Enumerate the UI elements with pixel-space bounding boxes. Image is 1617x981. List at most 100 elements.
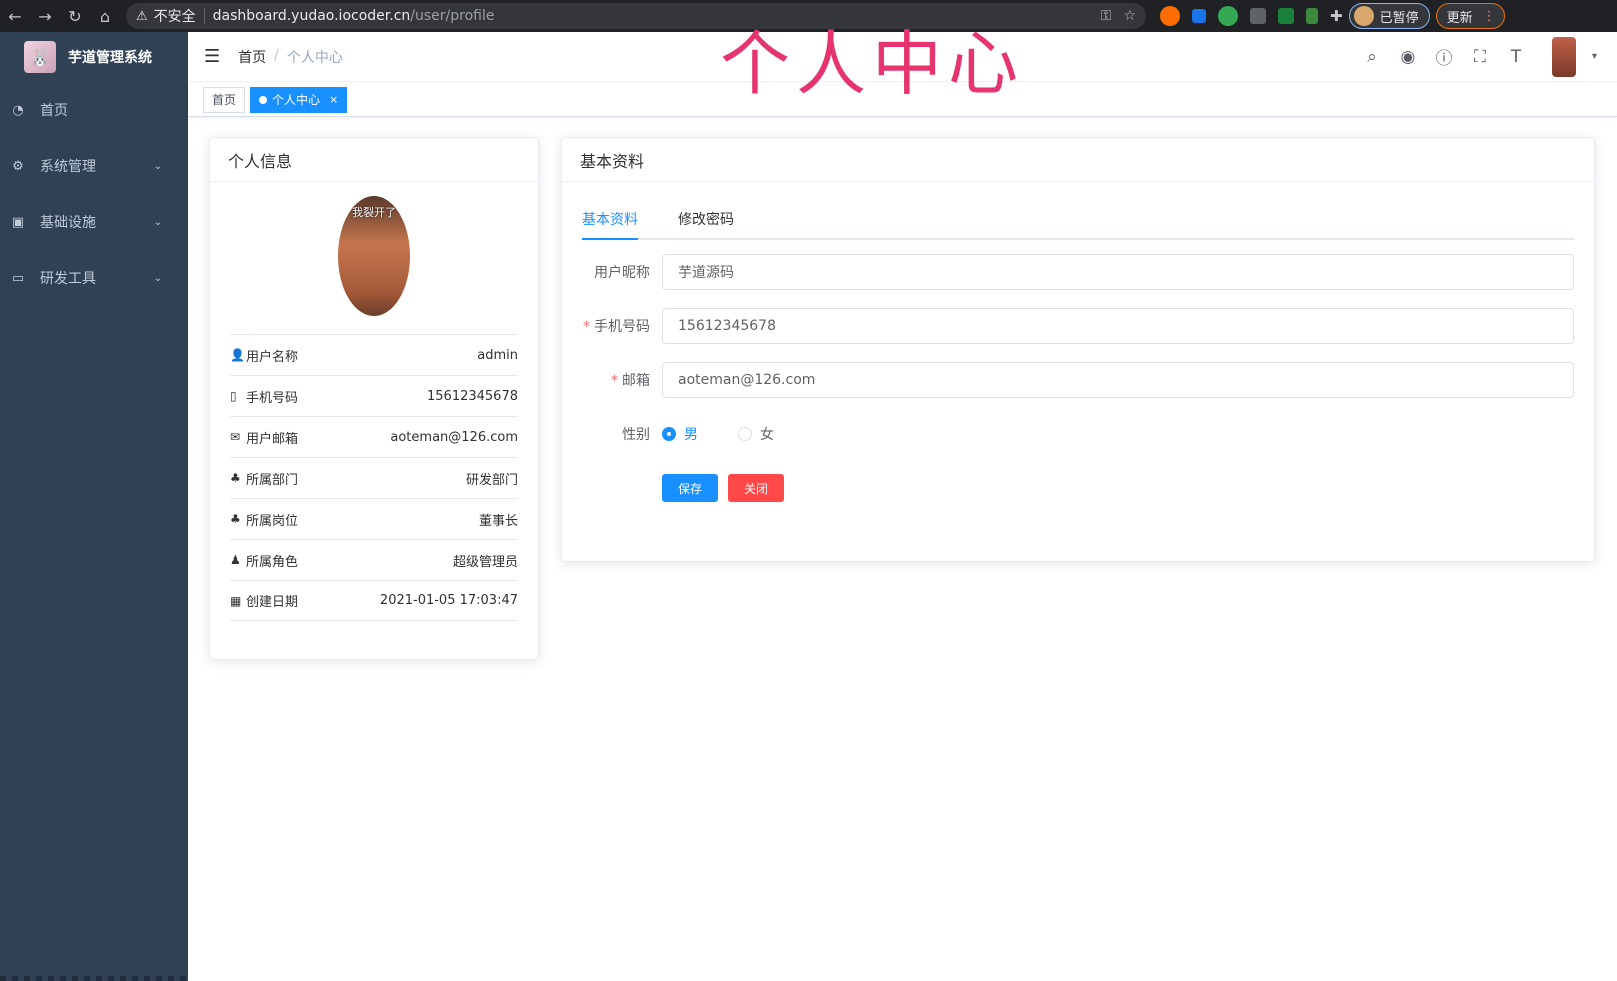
label-text: 手机号码 (594, 319, 650, 335)
profile-avatar (1353, 6, 1374, 26)
brand[interactable]: 🐰 芋道管理系统 (0, 32, 188, 82)
phone-icon: ▯ (230, 389, 237, 403)
insecure-label: 不安全 (153, 9, 196, 25)
extension-orange-icon[interactable] (1160, 6, 1180, 26)
gender-radio-female[interactable]: 女 (738, 424, 774, 444)
radio-circle (738, 427, 752, 441)
gender-radio-group: 男 女 (662, 416, 774, 452)
extension-sheet-icon[interactable] (1278, 8, 1294, 24)
update-button[interactable]: 更新 ⋮ (1435, 3, 1505, 29)
save-button[interactable]: 保存 (662, 474, 718, 502)
avatar[interactable] (1551, 36, 1576, 77)
info-row-phone: ▯ 手机号码 15612345678 (230, 375, 518, 416)
info-row-username: 👤 用户名称 admin (230, 334, 518, 375)
card-title: 个人信息 (210, 138, 538, 182)
sidebar-item-tools[interactable]: ▭ 研发工具 ⌄ (0, 250, 188, 306)
back-icon[interactable]: ← (0, 7, 30, 26)
info-label: 用户邮箱 (246, 431, 299, 447)
caret-down-icon[interactable]: ▾ (1592, 51, 1597, 62)
info-label: 所属角色 (246, 554, 299, 570)
reload-icon[interactable]: ↻ (60, 7, 90, 26)
gender-radio-male[interactable]: 男 (662, 424, 698, 444)
font-size-icon[interactable]: T (1506, 47, 1526, 67)
profile-paused-button[interactable]: 已暂停 (1348, 3, 1430, 29)
tag-profile[interactable]: 个人中心 × (250, 86, 348, 113)
tag-label: 个人中心 (272, 92, 321, 107)
extension-android-icon[interactable] (1306, 8, 1318, 24)
breadcrumb-separator: / (274, 46, 279, 63)
forward-icon[interactable]: → (30, 7, 60, 26)
label-text: 用户昵称 (594, 265, 650, 281)
mobile-label: * 手机号码 (582, 316, 662, 336)
omnibox-divider (203, 8, 205, 24)
info-row-role: ♟ 所属角色 超级管理员 (230, 539, 518, 580)
extension-shield-icon[interactable] (1192, 9, 1206, 23)
profile-card: 个人信息 我裂开了 👤 用户名称 admin ▯ 手机号码 1561234567… (209, 137, 539, 660)
tag-home[interactable]: 首页 (203, 86, 246, 113)
basic-info-card: 基本资料 基本资料 修改密码 用户昵称 芋道源码 * 手机号码 156123456… (561, 137, 1595, 562)
info-value: 15612345678 (427, 388, 518, 404)
chevron-down-icon: ⌄ (153, 160, 162, 172)
sidebar-item-infra[interactable]: ▣ 基础设施 ⌄ (0, 194, 188, 250)
url-host: dashboard.yudao.iocoder.cn (212, 8, 411, 24)
sidebar-item-system[interactable]: ⚙ 系统管理 ⌄ (0, 138, 188, 194)
monitor-icon: ▣ (11, 214, 25, 230)
info-list: 👤 用户名称 admin ▯ 手机号码 15612345678 ✉ 用户邮箱 a… (210, 334, 538, 621)
tree-icon: ♣ (230, 471, 241, 485)
key-icon[interactable]: ⚿ (1101, 8, 1112, 24)
info-label: 所属部门 (246, 472, 299, 488)
extensions-puzzle-icon[interactable]: ✚ (1330, 7, 1343, 25)
bookmark-star-icon[interactable]: ☆ (1123, 8, 1136, 24)
help-icon[interactable]: ⓘ (1434, 44, 1454, 69)
tab-change-password[interactable]: 修改密码 (678, 200, 734, 238)
info-value: 超级管理员 (452, 554, 518, 570)
radio-label: 女 (760, 427, 774, 443)
label-text: 邮箱 (622, 373, 650, 389)
tags-view: 首页 个人中心 × (188, 83, 1617, 117)
search-icon[interactable]: ⌕ (1362, 47, 1382, 67)
sidebar-item-label: 研发工具 (40, 271, 96, 287)
info-row-dept: ♣ 所属部门 研发部门 (230, 457, 518, 498)
chevron-down-icon: ⌄ (153, 272, 162, 284)
hamburger-icon[interactable]: ☰ (204, 46, 220, 67)
form-row-nickname: 用户昵称 芋道源码 (582, 254, 1594, 290)
close-button[interactable]: 关闭 (728, 474, 784, 502)
breadcrumb-home[interactable]: 首页 (238, 47, 266, 67)
gear-icon: ⚙ (12, 158, 24, 174)
breadcrumb: 首页 / 个人中心 (238, 47, 343, 67)
chevron-down-icon: ⌄ (153, 216, 162, 228)
tab-basic-info[interactable]: 基本资料 (582, 200, 638, 240)
tabs: 基本资料 修改密码 (582, 200, 1574, 240)
radio-circle (662, 427, 676, 441)
sidebar-item-home[interactable]: ◔ 首页 (0, 82, 188, 138)
breadcrumb-current: 个人中心 (286, 49, 343, 66)
toolbox-icon: ▭ (11, 270, 25, 286)
email-field[interactable]: aoteman@126.com (662, 362, 1574, 398)
mobile-input[interactable]: 15612345678 (662, 308, 1574, 344)
home-icon[interactable]: ⌂ (90, 7, 120, 26)
extension-check-icon[interactable] (1218, 6, 1238, 26)
info-value: admin (477, 347, 518, 363)
extension-grid-icon[interactable] (1250, 8, 1266, 24)
radio-label: 男 (684, 427, 698, 443)
nickname-input[interactable]: 芋道源码 (662, 254, 1574, 290)
sidebar-item-label: 首页 (40, 103, 68, 119)
close-icon[interactable]: × (329, 88, 338, 112)
user-avatar[interactable]: 我裂开了 (338, 196, 410, 316)
required-asterisk: * (583, 319, 590, 335)
info-label: 所属岗位 (246, 513, 299, 529)
paused-label: 已暂停 (1379, 10, 1419, 26)
info-value: 董事长 (478, 513, 518, 529)
email-label: * 邮箱 (582, 370, 662, 390)
info-value: 研发部门 (465, 472, 518, 488)
github-icon[interactable]: ◉ (1398, 47, 1418, 67)
fullscreen-icon[interactable]: ⛶ (1470, 47, 1490, 67)
required-asterisk: * (611, 373, 618, 389)
info-value: 2021-01-05 17:03:47 (379, 593, 518, 608)
update-label: 更新 (1446, 10, 1473, 26)
mail-icon: ✉ (230, 430, 241, 444)
card-title: 基本资料 (562, 138, 1594, 182)
peoples-icon: ♣ (230, 512, 241, 526)
role-icon: ♟ (230, 553, 241, 567)
gender-label: 性别 (582, 424, 662, 444)
